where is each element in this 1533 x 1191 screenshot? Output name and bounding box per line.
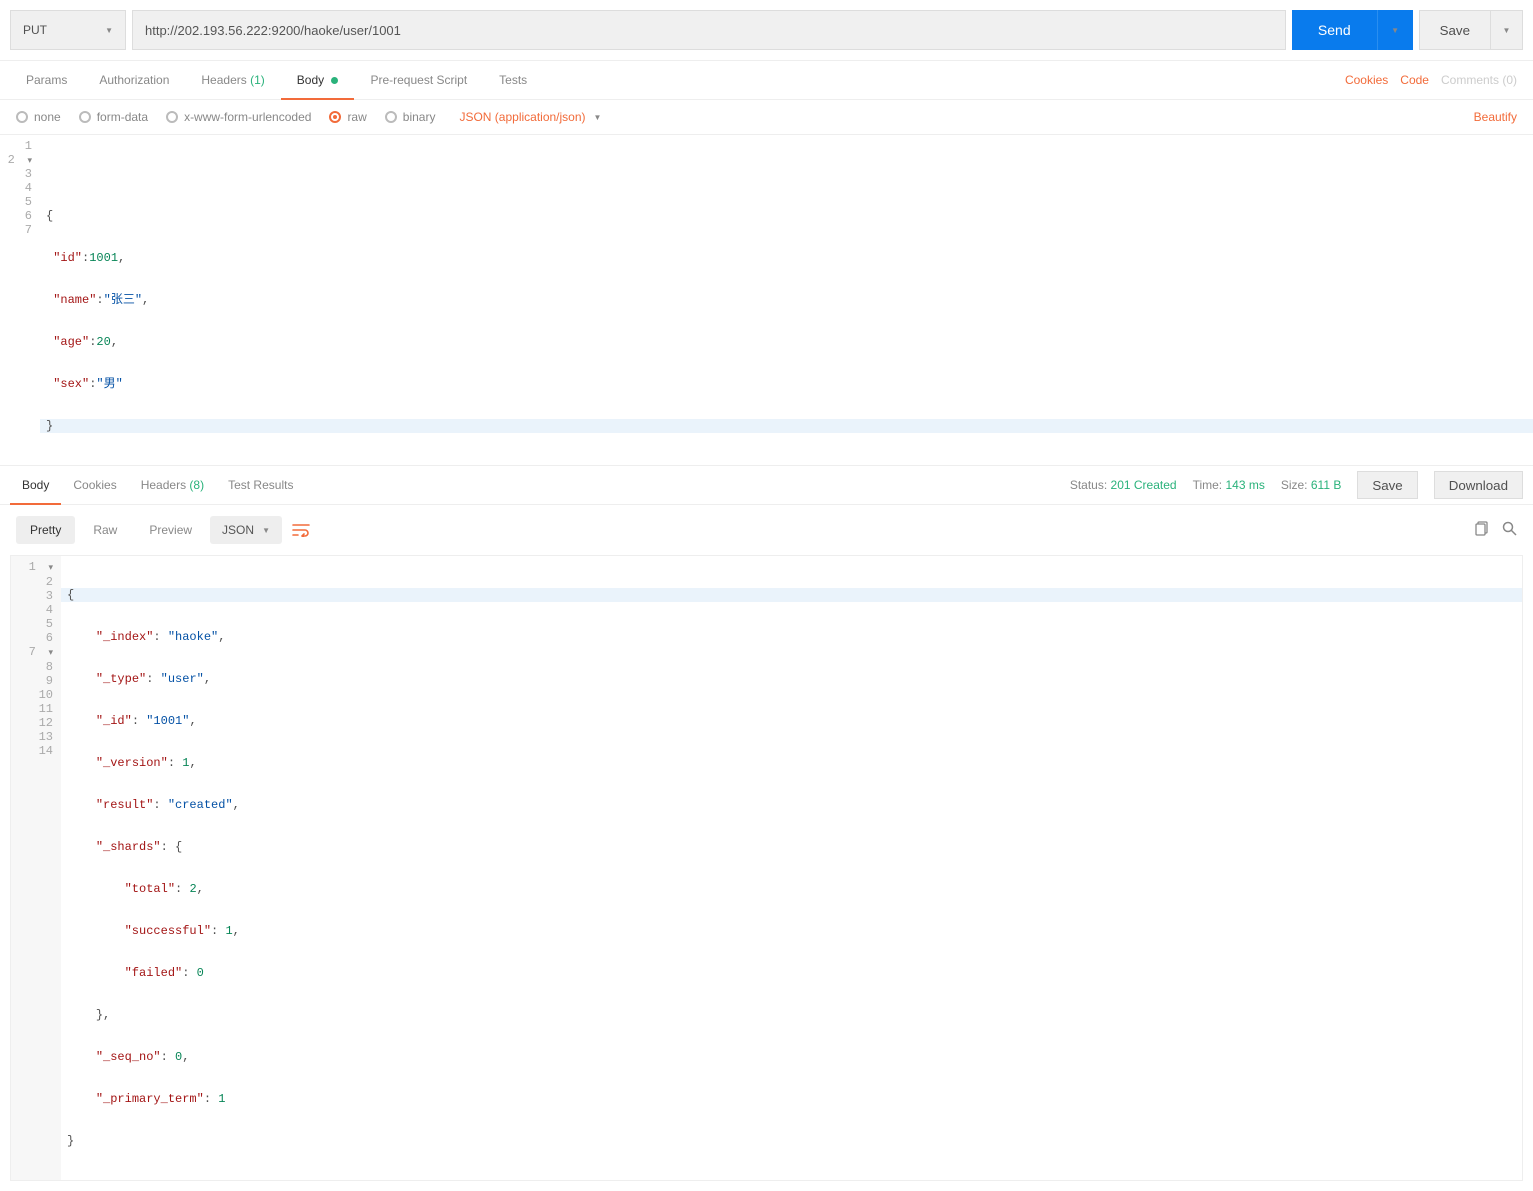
resp-tab-body[interactable]: Body	[10, 466, 61, 504]
resp-tab-headers[interactable]: Headers (8)	[129, 466, 216, 504]
save-button[interactable]: Save	[1419, 10, 1491, 50]
tab-params[interactable]: Params	[10, 61, 83, 99]
resp-view-preview[interactable]: Preview	[135, 516, 206, 544]
copy-icon[interactable]	[1475, 521, 1490, 539]
link-beautify[interactable]: Beautify	[1474, 110, 1517, 124]
http-method-label: PUT	[23, 23, 47, 37]
tab-authorization[interactable]: Authorization	[83, 61, 185, 99]
tab-tests[interactable]: Tests	[483, 61, 543, 99]
chevron-down-icon: ▼	[262, 526, 270, 535]
chevron-down-icon: ▼	[1391, 26, 1399, 35]
gutter: 1 2 ▾ 3 4 5 6 7	[0, 135, 40, 465]
response-body-editor[interactable]: 1 ▾ 2 3 4 5 6 7 ▾ 8 9 10 11 12 13 14 { "…	[10, 555, 1523, 1181]
radio-none[interactable]: none	[16, 110, 61, 124]
body-modified-dot	[331, 77, 338, 84]
radio-xwww[interactable]: x-www-form-urlencoded	[166, 110, 311, 124]
save-response-button[interactable]: Save	[1357, 471, 1417, 499]
radio-binary[interactable]: binary	[385, 110, 436, 124]
content-type-select[interactable]: JSON (application/json) ▼	[459, 110, 601, 124]
resp-tab-testresults[interactable]: Test Results	[216, 466, 305, 504]
size-value: 611 B	[1311, 478, 1341, 492]
link-comments[interactable]: Comments (0)	[1441, 73, 1517, 87]
tab-headers[interactable]: Headers (1)	[185, 61, 280, 99]
download-button[interactable]: Download	[1434, 471, 1523, 499]
radio-raw[interactable]: raw	[329, 110, 366, 124]
radio-formdata[interactable]: form-data	[79, 110, 148, 124]
request-body-editor[interactable]: 1 2 ▾ 3 4 5 6 7 { "id":1001, "name":"张三"…	[0, 135, 1533, 466]
send-button[interactable]: Send	[1292, 10, 1377, 50]
code-area[interactable]: { "id":1001, "name":"张三", "age":20, "sex…	[40, 135, 1533, 465]
time-value: 143 ms	[1225, 478, 1264, 492]
wrap-icon	[292, 523, 310, 537]
tab-prerequest[interactable]: Pre-request Script	[354, 61, 483, 99]
chevron-down-icon: ▼	[1503, 26, 1511, 35]
link-code[interactable]: Code	[1400, 73, 1429, 87]
resp-tab-cookies[interactable]: Cookies	[61, 466, 128, 504]
tab-body[interactable]: Body	[281, 61, 355, 99]
resp-format-select[interactable]: JSON ▼	[210, 516, 282, 544]
save-dropdown[interactable]: ▼	[1491, 10, 1523, 50]
link-cookies[interactable]: Cookies	[1345, 73, 1388, 87]
resp-view-pretty[interactable]: Pretty	[16, 516, 75, 544]
http-method-select[interactable]: PUT ▼	[10, 10, 126, 50]
chevron-down-icon: ▼	[105, 26, 113, 35]
url-input[interactable]	[132, 10, 1286, 50]
search-icon[interactable]	[1502, 521, 1517, 539]
code-area[interactable]: { "_index": "haoke", "_type": "user", "_…	[61, 556, 1522, 1180]
resp-view-raw[interactable]: Raw	[79, 516, 131, 544]
status-value: 201 Created	[1111, 478, 1177, 492]
wrap-lines-button[interactable]	[286, 515, 316, 545]
chevron-down-icon: ▼	[594, 113, 602, 122]
send-dropdown[interactable]: ▼	[1377, 10, 1413, 50]
gutter: 1 ▾ 2 3 4 5 6 7 ▾ 8 9 10 11 12 13 14	[11, 556, 61, 1180]
